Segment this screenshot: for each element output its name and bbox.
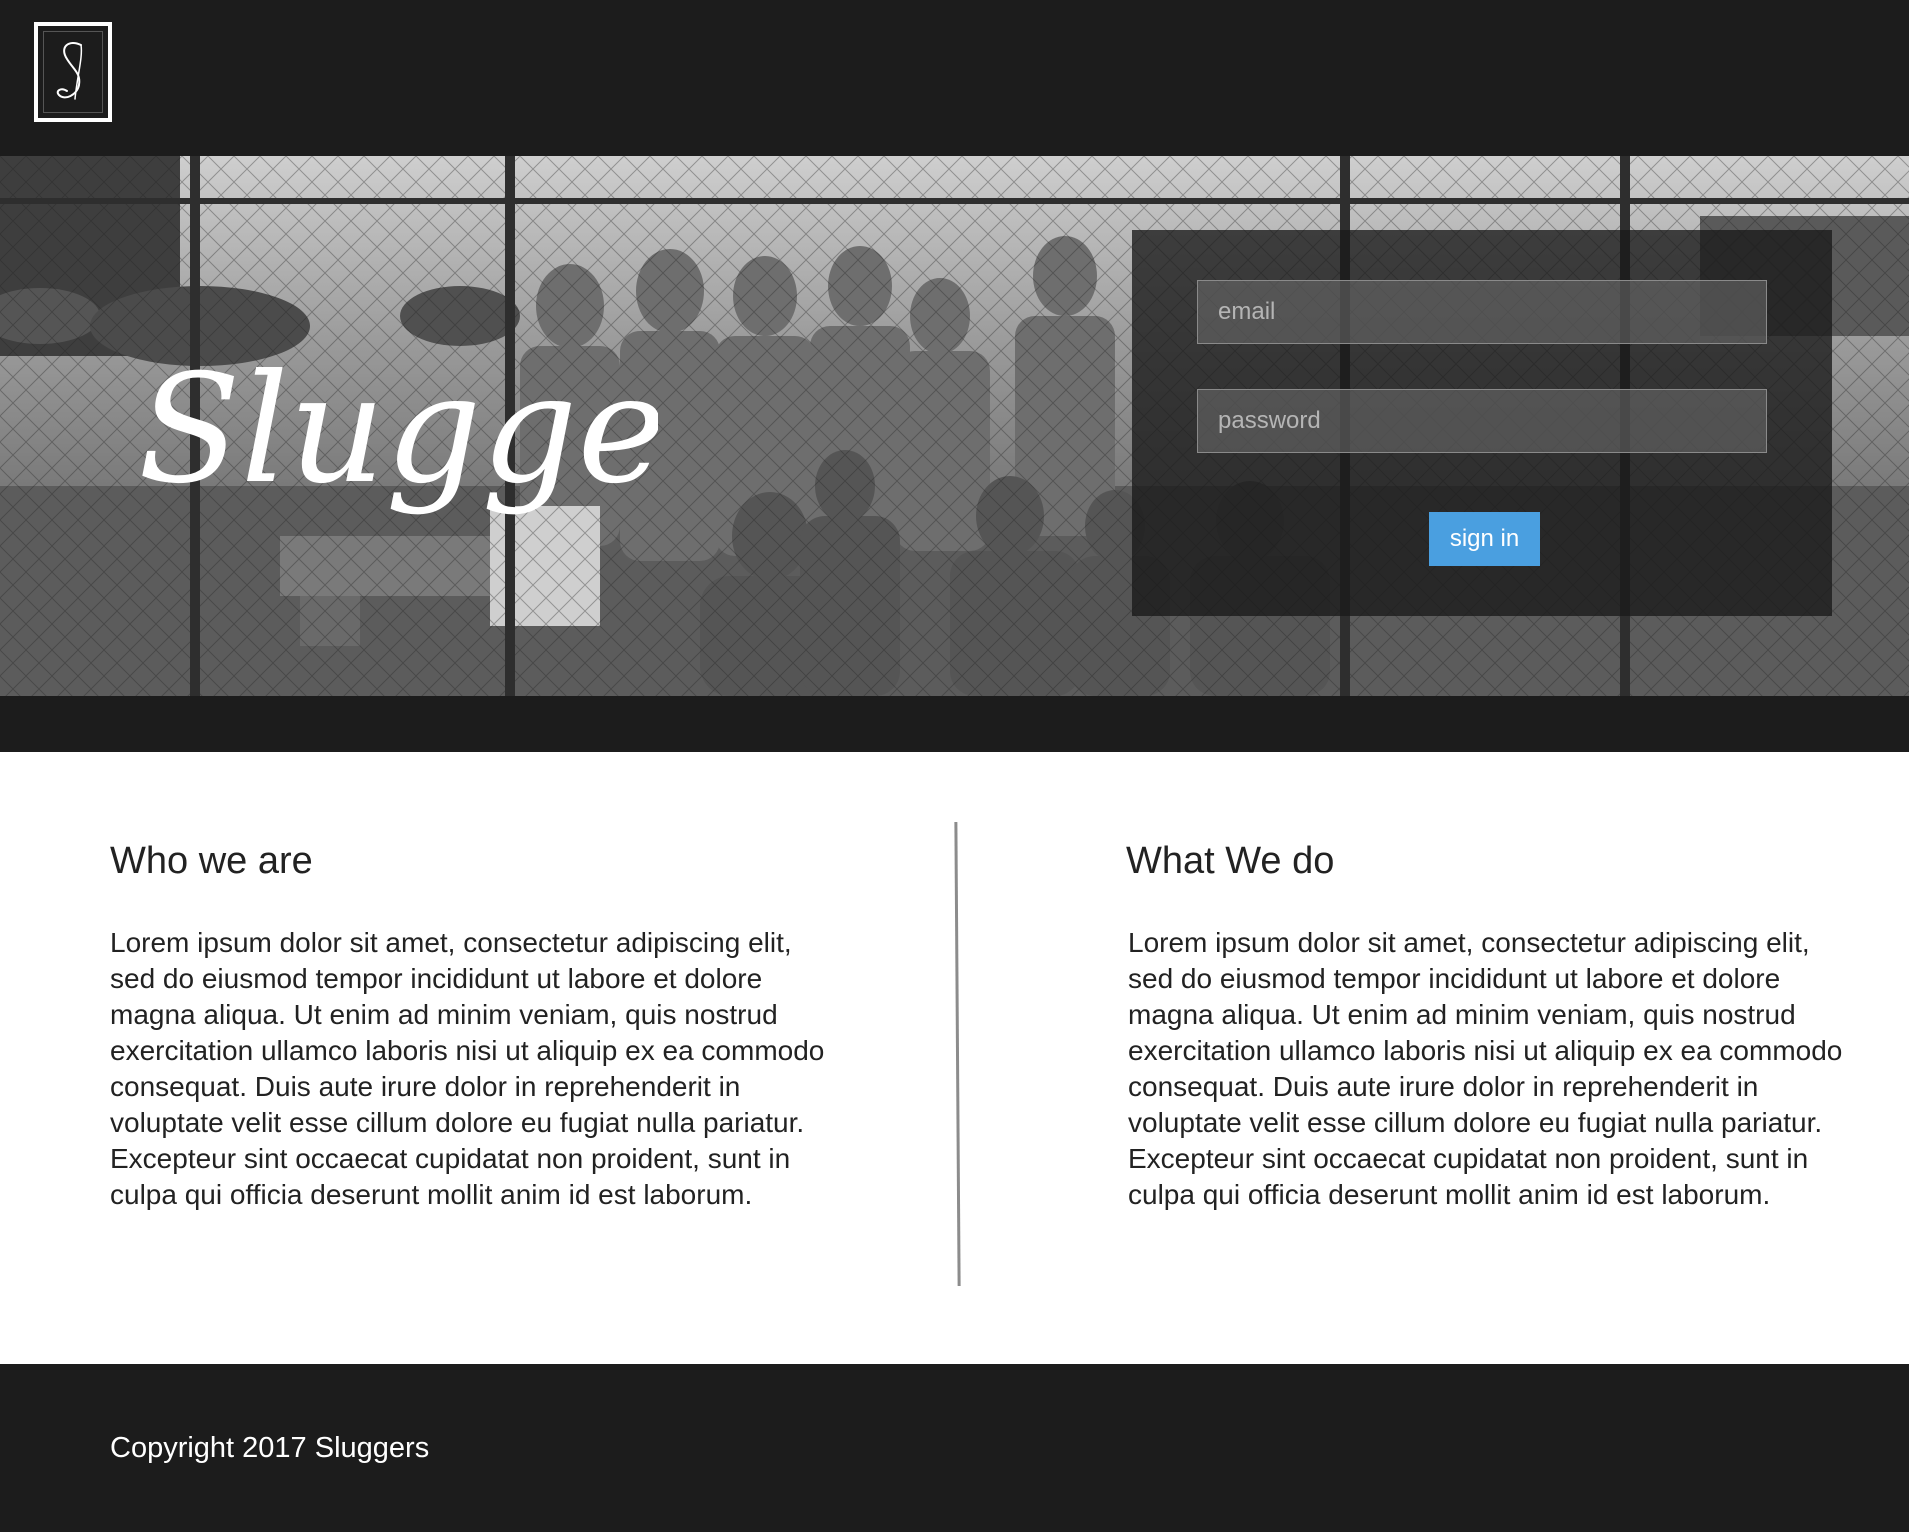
who-we-are-body: Lorem ipsum dolor sit amet, consectetur … [110, 927, 825, 1210]
column-divider [954, 821, 961, 1287]
logo-script-s-icon [56, 41, 83, 100]
what-we-do-heading: What We do [1126, 840, 1335, 882]
what-we-do-column: What We do Lorem ipsum dolor sit amet, c… [1126, 840, 1848, 1213]
what-we-do-body: Lorem ipsum dolor sit amet, consectetur … [1128, 927, 1843, 1210]
who-we-are-column: Who we are Lorem ipsum dolor sit amet, c… [110, 840, 830, 1213]
site-header [0, 0, 1909, 156]
site-footer: Copyright 2017 Sluggers [0, 1364, 1909, 1532]
about-section: Who we are Lorem ipsum dolor sit amet, c… [0, 752, 1909, 1364]
email-input[interactable] [1197, 280, 1767, 344]
hero-title-text: Sluggers [138, 343, 658, 517]
password-input[interactable] [1197, 389, 1767, 453]
hero-title-script: Sluggers [138, 343, 658, 517]
who-we-are-heading: Who we are [110, 840, 313, 882]
login-panel: sign in [1132, 230, 1832, 616]
hero-bottom-band [0, 696, 1909, 752]
copyright-text: Copyright 2017 Sluggers [110, 1432, 430, 1464]
logo[interactable] [34, 22, 112, 122]
hero-banner: Sluggers sign in [0, 156, 1909, 696]
logo-frame [43, 31, 103, 113]
sign-in-button[interactable]: sign in [1429, 512, 1540, 566]
